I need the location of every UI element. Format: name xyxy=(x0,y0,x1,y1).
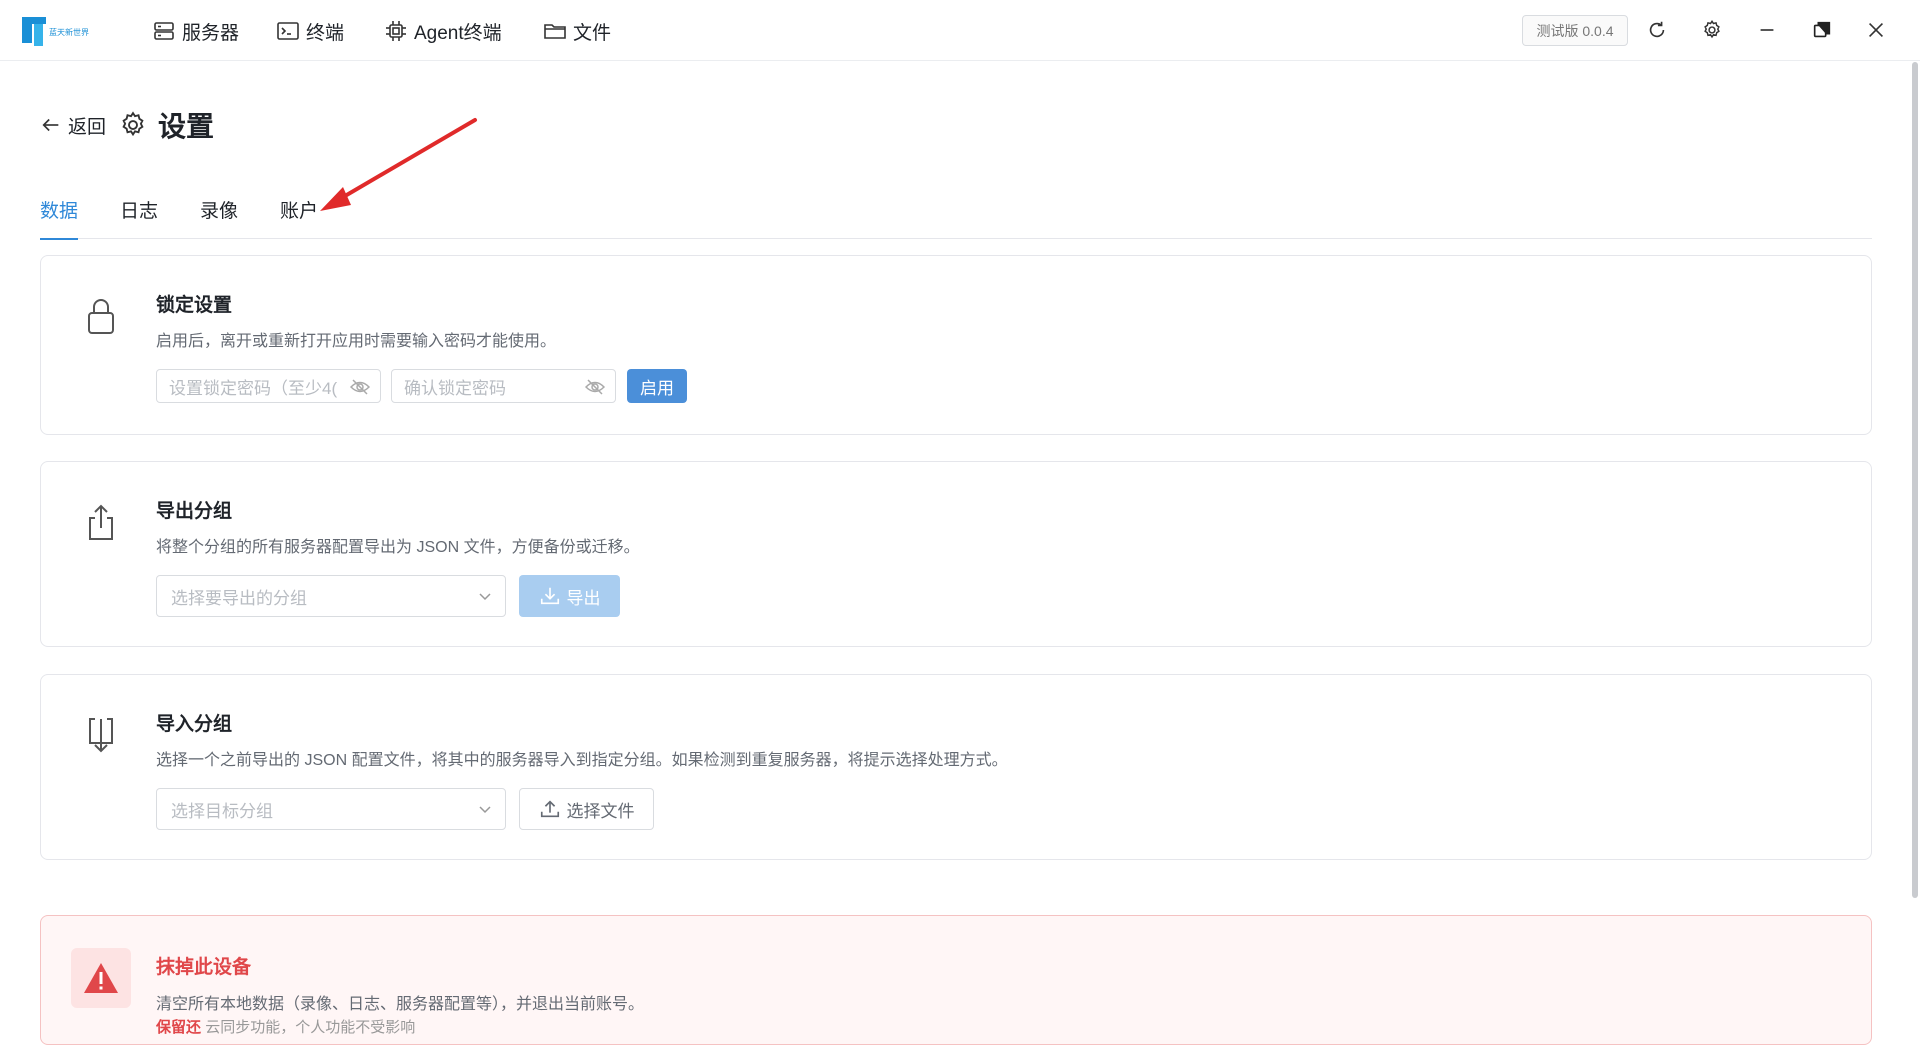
arrow-left-icon xyxy=(42,118,59,132)
import-select-placeholder: 选择目标分组 xyxy=(171,801,273,821)
refresh-button[interactable] xyxy=(1645,18,1669,42)
import-group-select[interactable]: 选择目标分组 xyxy=(156,788,506,830)
export-group-card: 导出分组 将整个分组的所有服务器配置导出为 JSON 文件，方便备份或迁移。 选… xyxy=(40,461,1872,647)
refresh-icon xyxy=(1649,21,1665,38)
nav-terminal[interactable]: 终端 xyxy=(276,18,344,44)
export-description: 将整个分组的所有服务器配置导出为 JSON 文件，方便备份或迁移。 xyxy=(156,539,640,556)
folder-icon xyxy=(544,24,566,39)
nav-files-label: 文件 xyxy=(573,22,612,44)
export-button-label: 导出 xyxy=(566,588,601,608)
lock-password-input[interactable]: 设置锁定密码（至少4( xyxy=(156,369,381,403)
version-badge: 测试版 0.0.4 xyxy=(1522,15,1628,46)
page-header: 设置 xyxy=(118,108,214,142)
tab-data[interactable]: 数据 xyxy=(40,195,79,240)
import-description: 选择一个之前导出的 JSON 配置文件，将其中的服务器导入到指定分组。如果检测到… xyxy=(156,752,1008,769)
gear-icon xyxy=(122,111,144,137)
export-group-select[interactable]: 选择要导出的分组 xyxy=(156,575,506,617)
share-upload-icon xyxy=(89,504,113,540)
warning-badge xyxy=(71,948,131,1008)
lock-icon xyxy=(88,299,114,334)
export-button[interactable]: 导出 xyxy=(519,575,620,617)
server-icon xyxy=(154,22,174,40)
page-title: 设置 xyxy=(158,111,215,142)
chevron-down-icon xyxy=(479,806,491,814)
nav-servers-label: 服务器 xyxy=(182,22,240,44)
import-group-card: 导入分组 选择一个之前导出的 JSON 配置文件，将其中的服务器导入到指定分组。… xyxy=(40,674,1872,860)
nav-files[interactable]: 文件 xyxy=(543,18,611,44)
back-button[interactable]: 返回 xyxy=(40,112,106,138)
upload-icon xyxy=(540,800,559,818)
choose-file-label: 选择文件 xyxy=(566,801,635,821)
export-select-placeholder: 选择要导出的分组 xyxy=(171,588,307,608)
import-title: 导入分组 xyxy=(156,714,233,735)
lock-title: 锁定设置 xyxy=(156,295,233,316)
top-bar: 蓝天新世界 服务器 终端 Agent终端 文件 测试版 0.0.4 xyxy=(0,0,1920,61)
restore-button[interactable] xyxy=(1810,18,1834,42)
wipe-note: 保留还 云同步功能，个人功能不受影响 xyxy=(156,1016,415,1037)
minimize-icon xyxy=(1760,29,1774,31)
wipe-title: 抹掉此设备 xyxy=(156,957,252,978)
chevron-down-icon xyxy=(479,593,491,601)
warning-icon xyxy=(84,963,118,993)
tab-logs[interactable]: 日志 xyxy=(120,195,158,239)
export-title: 导出分组 xyxy=(156,501,233,522)
close-button[interactable] xyxy=(1864,18,1888,42)
choose-file-button[interactable]: 选择文件 xyxy=(519,788,654,830)
wipe-note-strong: 保留还 xyxy=(156,1019,202,1036)
minimize-button[interactable] xyxy=(1755,18,1779,42)
download-icon xyxy=(540,587,559,605)
app-logo[interactable]: 蓝天新世界 xyxy=(20,13,98,49)
lock-password-placeholder: 设置锁定密码（至少4( xyxy=(169,378,338,398)
import-download-icon xyxy=(89,718,113,753)
terminal-icon xyxy=(277,22,299,40)
nav-agent-terminal[interactable]: Agent终端 xyxy=(384,18,502,44)
close-icon xyxy=(1868,22,1884,38)
page-scrollbar[interactable] xyxy=(1912,62,1918,898)
enable-lock-button[interactable]: 启用 xyxy=(627,369,687,403)
tab-account[interactable]: 账户 xyxy=(280,195,318,239)
settings-tabs: 数据 日志 录像 账户 xyxy=(40,195,1872,240)
nav-servers[interactable]: 服务器 xyxy=(152,18,239,44)
gear-icon xyxy=(1704,19,1720,39)
tab-recordings[interactable]: 录像 xyxy=(200,195,238,239)
chip-icon xyxy=(386,21,406,41)
lock-confirm-input[interactable]: 确认锁定密码 xyxy=(391,369,616,403)
back-label: 返回 xyxy=(68,116,107,138)
settings-button[interactable] xyxy=(1700,18,1724,42)
lock-settings-card: 锁定设置 启用后，离开或重新打开应用时需要输入密码才能使用。 设置锁定密码（至少… xyxy=(40,255,1872,435)
nav-agent-terminal-label: Agent终端 xyxy=(414,22,502,44)
nav-terminal-label: 终端 xyxy=(306,22,345,44)
lock-confirm-placeholder: 确认锁定密码 xyxy=(404,378,506,398)
wipe-device-card: 抹掉此设备 清空所有本地数据（录像、日志、服务器配置等），并退出当前账号。 保留… xyxy=(40,915,1872,1045)
lock-description: 启用后，离开或重新打开应用时需要输入密码才能使用。 xyxy=(156,333,557,350)
eye-off-icon[interactable] xyxy=(585,378,605,396)
wipe-description: 清空所有本地数据（录像、日志、服务器配置等），并退出当前账号。 xyxy=(156,996,645,1013)
wipe-note-text: 云同步功能，个人功能不受影响 xyxy=(205,1019,416,1036)
restore-icon xyxy=(1813,21,1831,38)
svg-text:蓝天新世界: 蓝天新世界 xyxy=(49,27,89,37)
eye-off-icon[interactable] xyxy=(350,378,370,396)
